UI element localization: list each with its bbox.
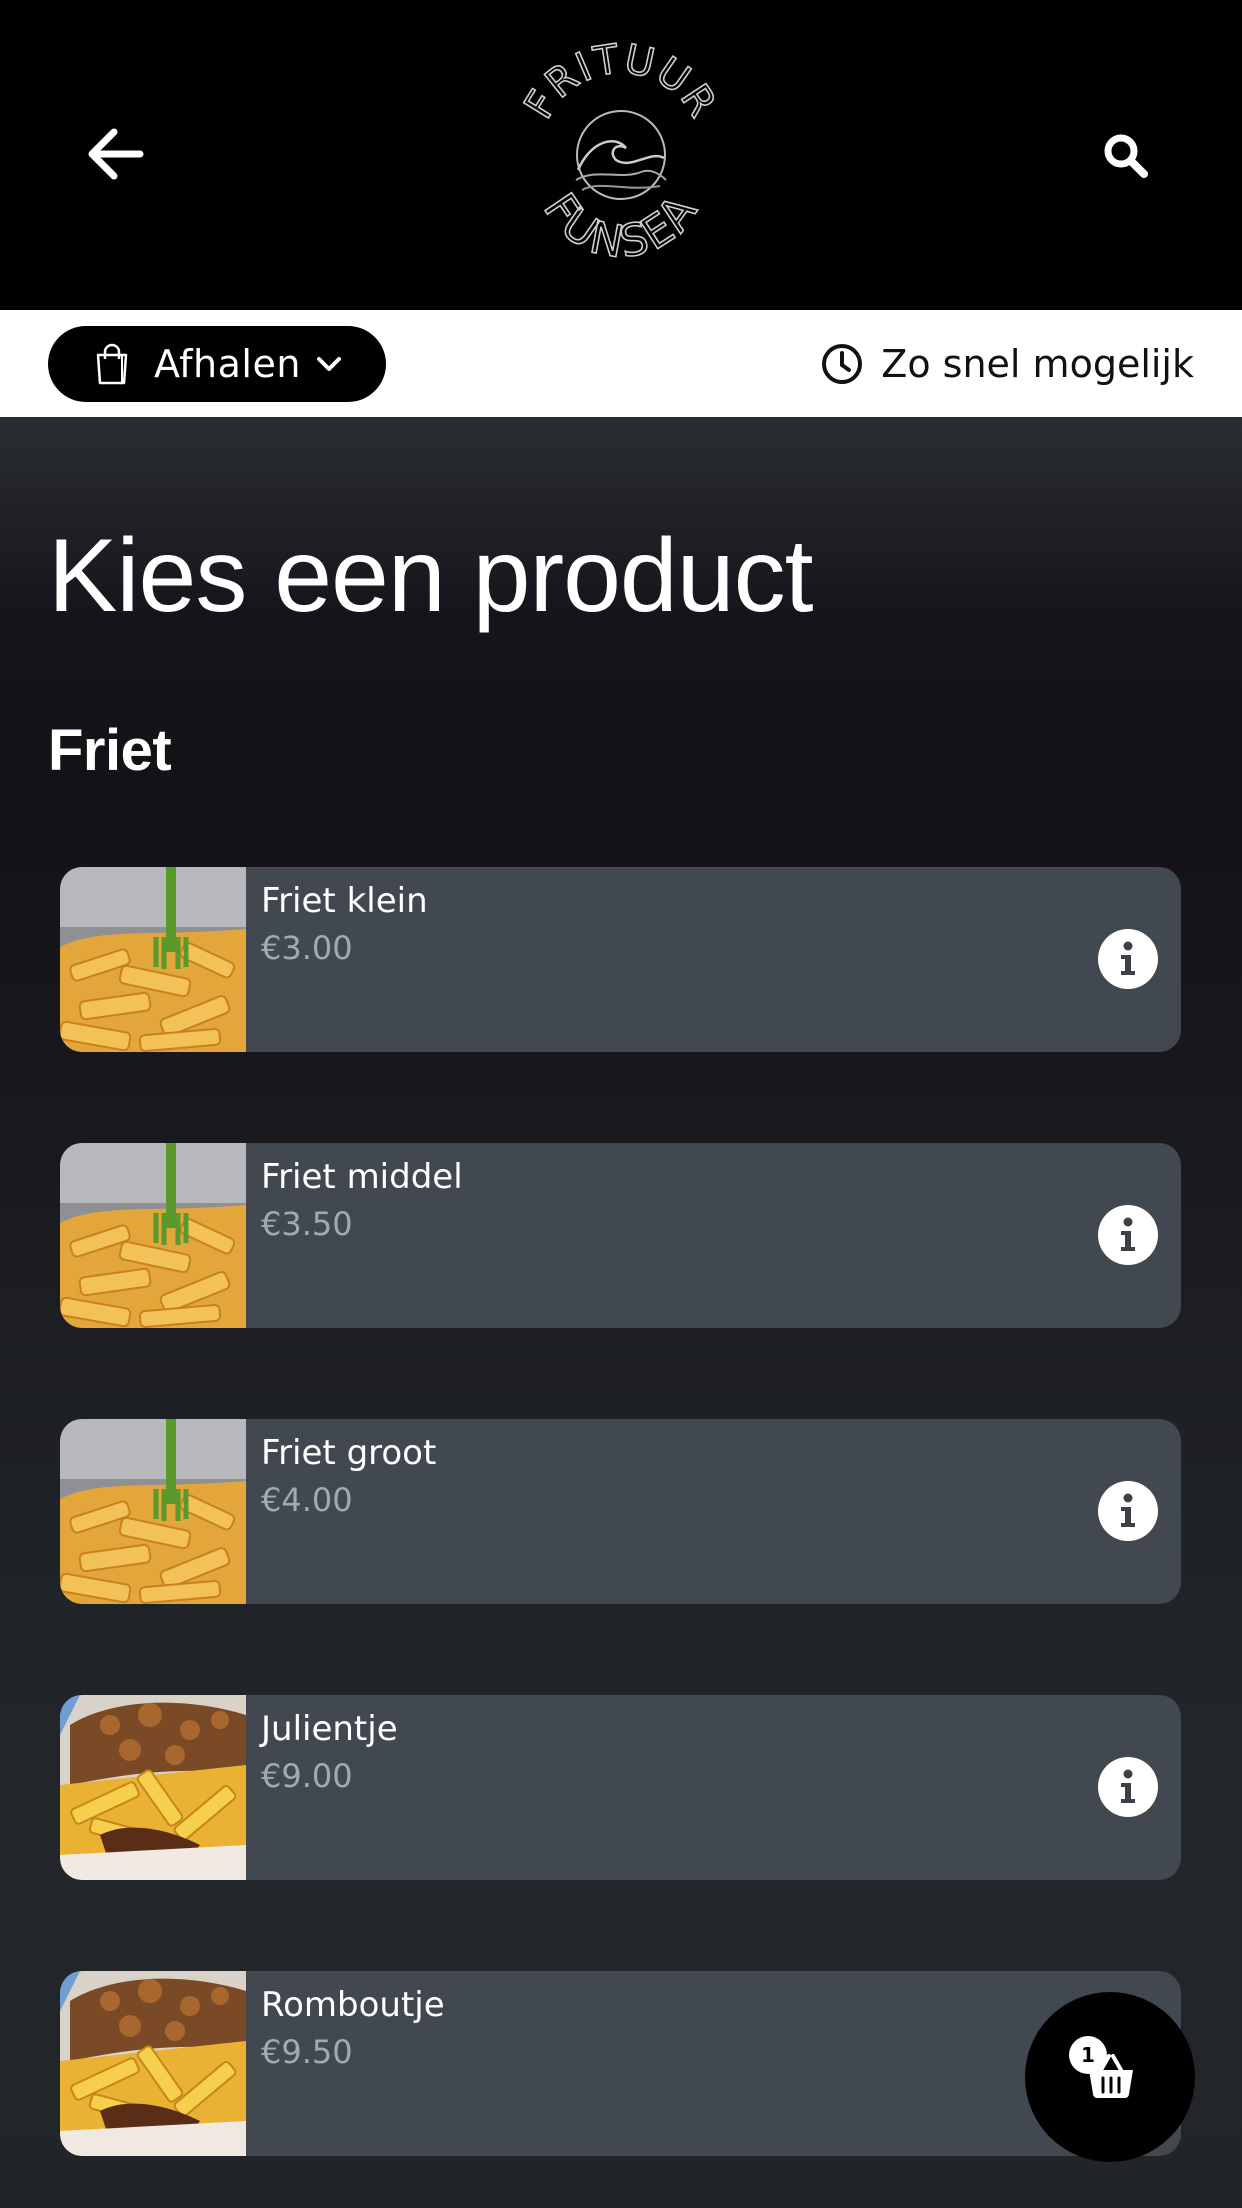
order-options-bar: Afhalen Zo snel mogelijk <box>0 310 1242 417</box>
info-icon <box>1121 1493 1135 1527</box>
product-card[interactable]: Julientje €9.00 <box>60 1695 1181 1880</box>
product-image-fries <box>60 1419 246 1604</box>
pickup-time-label: Zo snel mogelijk <box>881 342 1194 386</box>
clock-icon <box>822 344 863 384</box>
product-list-page: Kies een product Friet Friet klein €3.00… <box>0 417 1242 2208</box>
back-button[interactable] <box>80 118 152 190</box>
product-name: Julientje <box>261 1709 398 1749</box>
order-mode-dropdown[interactable]: Afhalen <box>48 326 386 402</box>
info-button[interactable] <box>1098 1757 1158 1817</box>
product-name: Friet groot <box>261 1433 437 1473</box>
brand-logo: FRITUUR FUNSEA <box>515 30 726 270</box>
info-icon <box>1121 1217 1135 1251</box>
search-button[interactable] <box>1090 120 1162 192</box>
page-title: Kies een product <box>48 518 814 634</box>
category-title: Friet <box>48 718 172 783</box>
info-button[interactable] <box>1098 1481 1158 1541</box>
product-price: €9.00 <box>261 1757 353 1795</box>
shopping-bag-icon <box>96 343 128 385</box>
app-header: FRITUUR FUNSEA <box>0 0 1242 310</box>
product-image-fries <box>60 867 246 1052</box>
product-name: Romboutje <box>261 1985 445 2025</box>
product-card[interactable]: Friet groot €4.00 <box>60 1419 1181 1604</box>
pickup-time-selector[interactable]: Zo snel mogelijk <box>821 330 1194 398</box>
svg-text:FRITUUR: FRITUUR <box>516 36 726 127</box>
product-card[interactable]: Friet middel €3.50 <box>60 1143 1181 1328</box>
product-price: €3.00 <box>261 929 353 967</box>
info-icon <box>1121 941 1135 975</box>
cart-button[interactable]: 1 <box>1025 1992 1195 2162</box>
chevron-down-icon <box>316 357 341 371</box>
product-card[interactable]: Romboutje €9.50 <box>60 1971 1181 2156</box>
product-image-fries <box>60 1143 246 1328</box>
product-price: €4.00 <box>261 1481 353 1519</box>
product-price: €9.50 <box>261 2033 353 2071</box>
product-name: Friet middel <box>261 1157 463 1197</box>
cart-count-badge: 1 <box>1069 2036 1107 2074</box>
product-image-loaded-fries <box>60 1695 246 1880</box>
info-button[interactable] <box>1098 1205 1158 1265</box>
info-icon <box>1121 1769 1135 1803</box>
order-mode-label: Afhalen <box>154 342 301 386</box>
svg-text:FUNSEA: FUNSEA <box>533 184 708 269</box>
arrow-left-icon <box>88 128 144 180</box>
product-image-loaded-fries <box>60 1971 246 2156</box>
search-icon <box>1104 134 1148 178</box>
product-card[interactable]: Friet klein €3.00 <box>60 867 1181 1052</box>
info-button[interactable] <box>1098 929 1158 989</box>
product-price: €3.50 <box>261 1205 353 1243</box>
product-name: Friet klein <box>261 881 428 921</box>
